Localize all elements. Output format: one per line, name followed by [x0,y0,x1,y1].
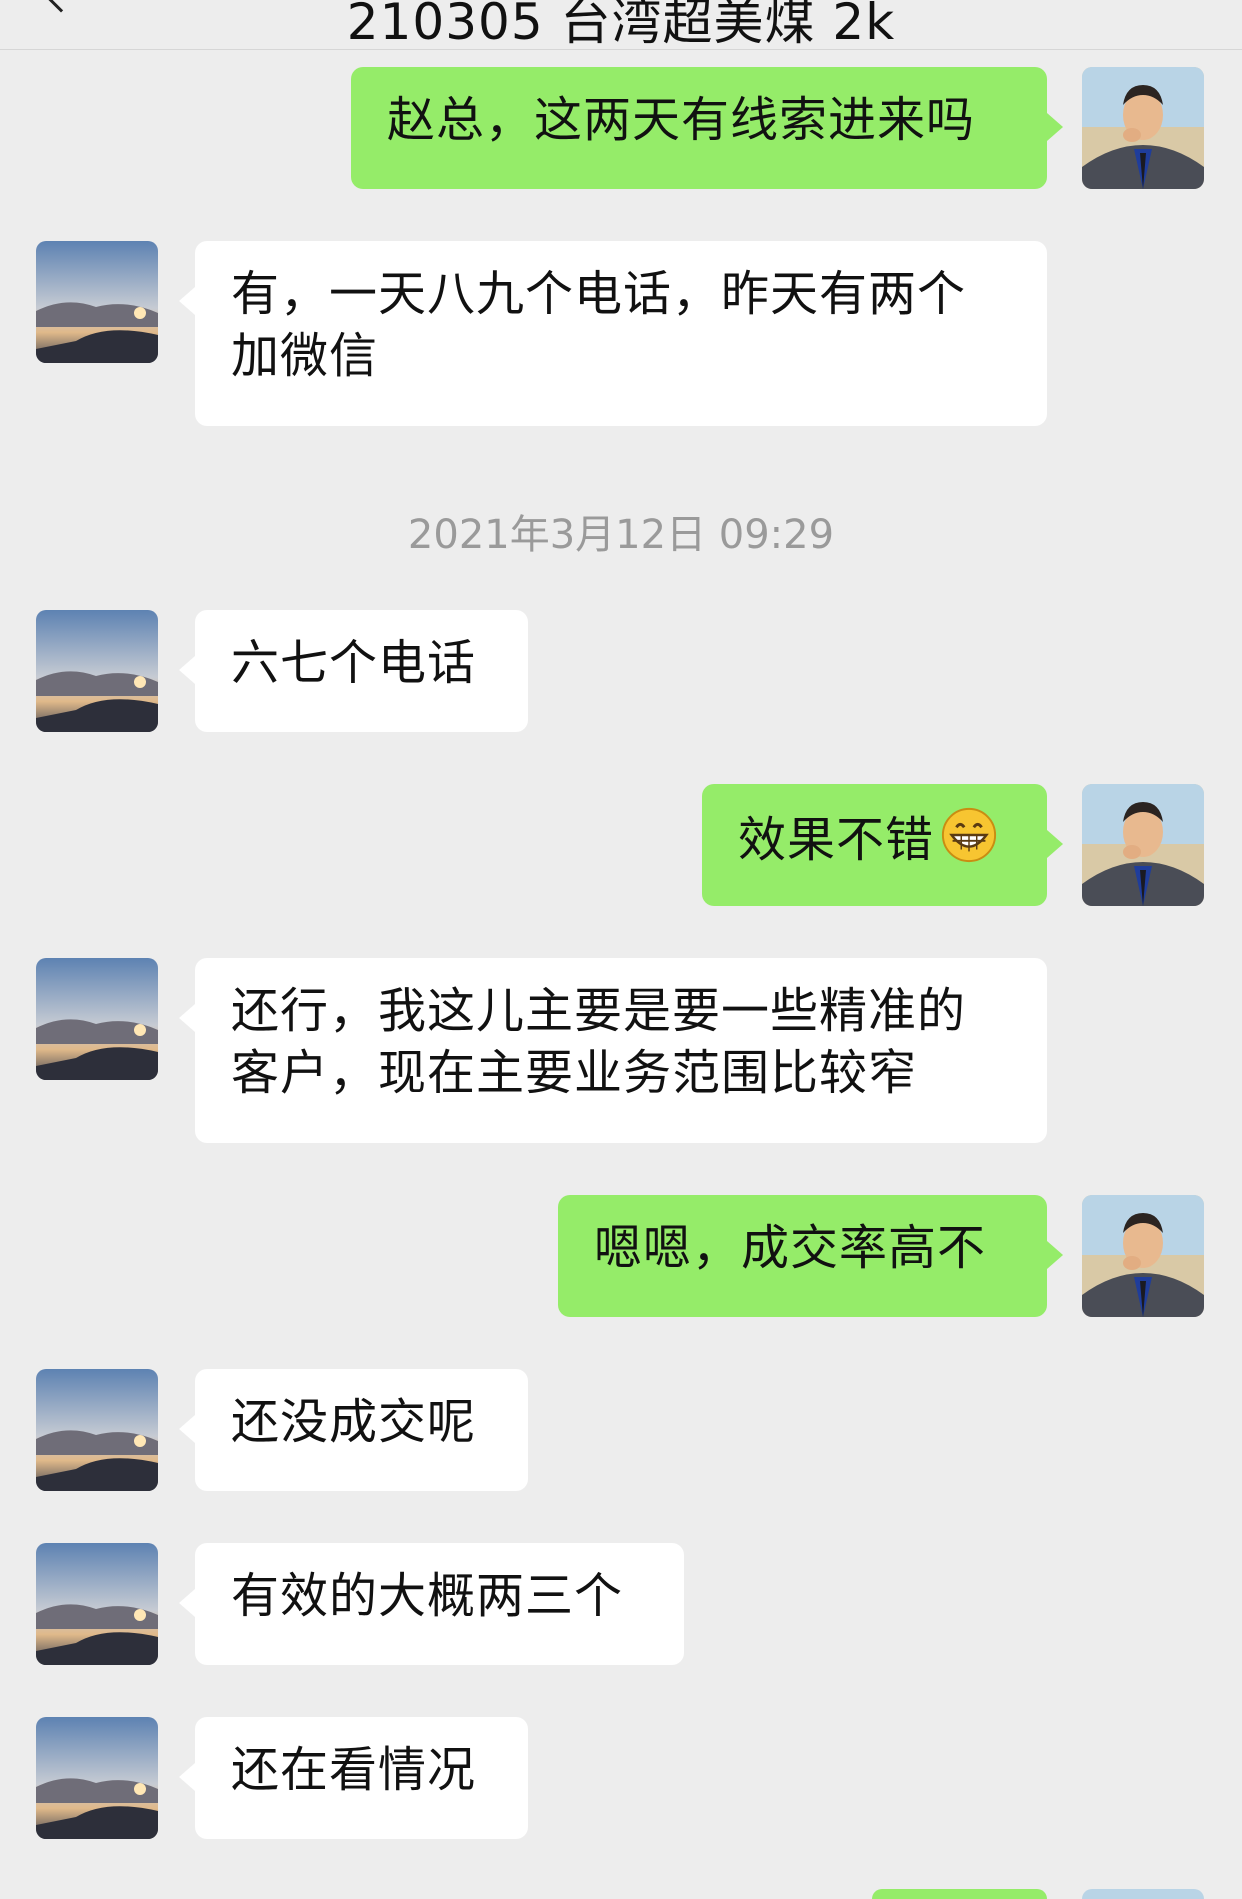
message-text: 还在看情况 [231,1742,477,1798]
sunset-landscape-icon [36,958,158,1080]
contact-avatar[interactable] [36,1717,158,1839]
sunset-landscape-icon [36,610,158,732]
message-bubble-incoming[interactable]: 有，一天八九个电话，昨天有两个加微信 [179,241,1047,426]
sunset-landscape-icon [36,1543,158,1665]
message-bubble-outgoing[interactable]: 嗯嗯，成交率高不 [558,1195,1063,1317]
sunset-landscape-icon [36,241,158,363]
message-bubble-incoming[interactable]: 还没成交呢 [179,1369,528,1491]
my-avatar[interactable] [1082,784,1204,906]
sunset-landscape-icon [36,1717,158,1839]
chat-title: 210305 台湾超美煤 2k [346,0,896,51]
contact-avatar[interactable] [36,1369,158,1491]
contact-avatar[interactable] [36,241,158,363]
message-bubble-incoming[interactable]: 还行，我这儿主要是要一些精准的客户，现在主要业务范围比较窄 [179,958,1047,1143]
message-bubble-incoming[interactable]: 有效的大概两三个 [179,1543,684,1665]
message-text: 有效的大概两三个 [231,1568,624,1624]
contact-avatar[interactable] [36,610,158,732]
message-bubble-incoming[interactable]: 还在看情况 [179,1717,528,1839]
message-text: 赵总，这两天有线索进来吗 [387,92,976,148]
message-text: 嗯嗯，成交率高不 [594,1220,987,1276]
message-bubble-outgoing[interactable]: 赵总，这两天有线索进来吗 [351,67,1063,189]
message-bubble-incoming[interactable]: 六七个电话 [179,610,528,732]
chat-header: 210305 台湾超美煤 2k [0,0,1242,51]
contact-avatar[interactable] [36,958,158,1080]
message-text: 效果不错 [738,812,935,868]
message-text: 还没成交呢 [231,1394,477,1450]
person-portrait-icon [1082,67,1204,189]
message-bubble-outgoing-partial[interactable] [872,1889,1047,1899]
message-bubble-outgoing[interactable]: 效果不错 [702,784,1063,906]
my-avatar-partial[interactable] [1082,1889,1204,1899]
grinning-face-icon [941,807,997,863]
message-text: 还行，我这儿主要是要一些精准的客户，现在主要业务范围比较窄 [231,983,967,1101]
sunset-landscape-icon [36,1369,158,1491]
my-avatar[interactable] [1082,67,1204,189]
message-text: 有，一天八九个电话，昨天有两个加微信 [231,266,967,384]
person-portrait-icon [1082,1195,1204,1317]
message-text: 六七个电话 [231,635,477,691]
contact-avatar[interactable] [36,1543,158,1665]
message-timestamp: 2021年3月12日 09:29 [407,512,835,558]
person-portrait-icon [1082,784,1204,906]
my-avatar[interactable] [1082,1195,1204,1317]
